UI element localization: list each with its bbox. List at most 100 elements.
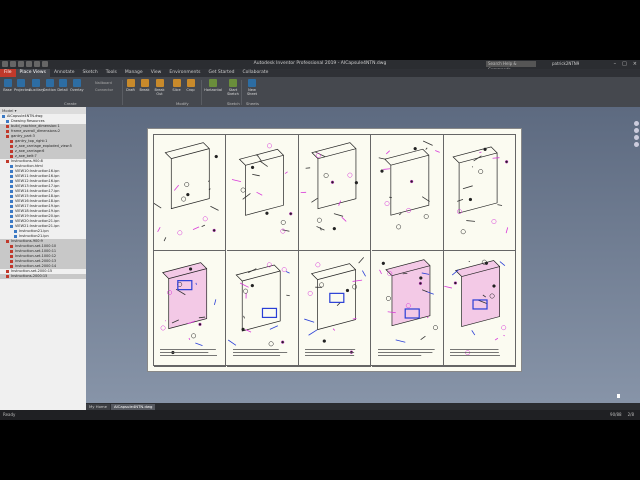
slice-icon (172, 79, 181, 87)
tab-get-started[interactable]: Get Started (204, 69, 238, 77)
user-account[interactable]: patrick2NTN9 (552, 61, 579, 66)
panel-label-create: Create (64, 101, 77, 106)
zoom-icon[interactable] (633, 135, 639, 140)
browser-node-icon (10, 144, 13, 148)
minimize-button[interactable]: – (614, 61, 617, 67)
browser-node-icon (6, 239, 9, 243)
browser-node-label: Instruction-set-1000:11 (15, 249, 57, 253)
steering-wheel-icon[interactable] (633, 121, 639, 126)
maximize-button[interactable]: □ (622, 61, 627, 67)
drawing-view[interactable] (299, 251, 372, 367)
connector-button[interactable]: Connector (95, 88, 113, 92)
tab-place-views[interactable]: Place Views (15, 69, 50, 77)
section-view-button[interactable]: Section (43, 79, 56, 92)
browser-node-label: Instruction21.ipn (19, 229, 49, 233)
help-search-input[interactable]: Search Help & Commands... (486, 61, 536, 72)
break-button[interactable]: Break (138, 79, 151, 92)
drawing-view[interactable] (371, 251, 444, 367)
orbit-icon[interactable] (633, 142, 639, 147)
tab-tools[interactable]: Tools (102, 69, 121, 77)
slice-button[interactable]: Slice (170, 79, 183, 92)
nailboard-button[interactable]: Nailboard (95, 81, 112, 85)
assembly-view-drawing (300, 142, 359, 231)
browser-node-icon (10, 244, 13, 248)
browser-node-icon (10, 164, 13, 168)
start-sketch-button[interactable]: Start Sketch (226, 79, 240, 96)
detail-view-button[interactable]: Detail (56, 79, 69, 92)
browser-node-icon (10, 169, 13, 173)
assembly-view-drawing (444, 259, 507, 356)
horizontal-button[interactable]: Horizontal (204, 79, 222, 92)
tab-annotate[interactable]: Annotate (50, 69, 79, 77)
projected-view-button[interactable]: Projected (14, 79, 30, 92)
section-view-icon (45, 79, 54, 87)
tab-view[interactable]: View (147, 69, 166, 77)
browser-node-label: VIEW21:Instruction21.ipn (15, 224, 60, 228)
base-view-button[interactable]: Base (1, 79, 14, 92)
browser-node-label: VIEW15:Instruction18.ipn (15, 194, 60, 198)
ribbon-tabs: File Place Views Annotate Sketch Tools M… (0, 69, 640, 77)
browser-node-icon (10, 184, 13, 188)
browser-node-icon (10, 214, 13, 218)
tab-sketch[interactable]: Sketch (79, 69, 102, 77)
panel-label-modify: Modify (176, 101, 189, 106)
browser-node-label: Instructions-2000:15 (11, 274, 48, 278)
drawing-view[interactable] (444, 251, 517, 367)
status-text: Ready (3, 412, 16, 417)
assembly-view-drawing (377, 259, 438, 356)
browser-node-icon (6, 129, 9, 133)
drawing-view[interactable] (444, 135, 517, 251)
ribbon-separator (241, 80, 242, 105)
status-bar: Ready 90/88 2/8 (0, 410, 640, 420)
overlay-view-button[interactable]: Overlay (70, 79, 84, 92)
close-button[interactable]: × (633, 61, 637, 67)
pan-icon[interactable] (633, 128, 639, 133)
browser-node-icon (10, 179, 13, 183)
auxiliary-view-button[interactable]: Auxiliary (29, 79, 44, 92)
browser-node-icon (6, 124, 9, 128)
drawing-view[interactable] (226, 251, 299, 367)
doc-tab-drawing[interactable]: AICapsule4NTN.dwg (110, 403, 156, 410)
draft-button[interactable]: Draft (124, 79, 137, 92)
status-counts: 90/88 2/8 (610, 410, 634, 420)
sheet-border (153, 134, 517, 367)
crop-icon (186, 79, 195, 87)
panel-label-sheets: Sheets (246, 101, 259, 106)
browser-node-label: Drawing Resources (11, 119, 45, 123)
doc-tab-my-home[interactable]: My Home (86, 403, 110, 410)
browser-node-label: VIEW20:Instruction21.ipn (15, 219, 60, 223)
overlay-view-icon (72, 79, 81, 87)
browser-node-label: Instruction-set-2000:14 (15, 264, 57, 268)
crop-button[interactable]: Crop (184, 79, 197, 92)
drawing-view[interactable] (154, 135, 226, 251)
projected-view-icon (16, 79, 25, 87)
browser-node-label: gantry_top_right:1 (15, 139, 48, 143)
base-view-icon (3, 79, 12, 87)
horizontal-icon (209, 79, 217, 87)
drawing-view[interactable] (299, 135, 372, 251)
window-controls: – □ × (614, 61, 637, 67)
navigation-bar (632, 119, 640, 169)
new-sheet-button[interactable]: New Sheet (243, 79, 261, 96)
browser-node-label: VIEW12:Instruction16.ipn (15, 179, 60, 183)
drawing-view[interactable] (226, 135, 299, 251)
drawing-view[interactable] (154, 251, 226, 367)
browser-node-label: z_axe_carriage:6 (15, 149, 45, 153)
drawing-sheet[interactable] (147, 128, 522, 372)
break-out-button[interactable]: Break Out (153, 79, 166, 96)
status-count-a: 90/88 (610, 412, 622, 417)
browser-header[interactable]: Model ▾ (0, 107, 86, 114)
browser-node-icon (10, 259, 13, 263)
tab-file[interactable]: File (0, 69, 16, 77)
tab-collaborate[interactable]: Collaborate (239, 69, 273, 77)
tab-environments[interactable]: Environments (165, 69, 204, 77)
assembly-view-drawing (452, 146, 509, 235)
tab-manage[interactable]: Manage (121, 69, 147, 77)
drawing-view[interactable] (371, 135, 444, 251)
browser-node-icon (14, 234, 17, 238)
status-count-b: 2/8 (627, 412, 634, 417)
graphics-canvas[interactable] (86, 107, 640, 403)
browser-node-label: frame_overall_dimensions:2 (11, 129, 61, 133)
browser-node-icon (6, 269, 9, 273)
browser-node[interactable]: Instructions-2000:15 (0, 274, 86, 279)
